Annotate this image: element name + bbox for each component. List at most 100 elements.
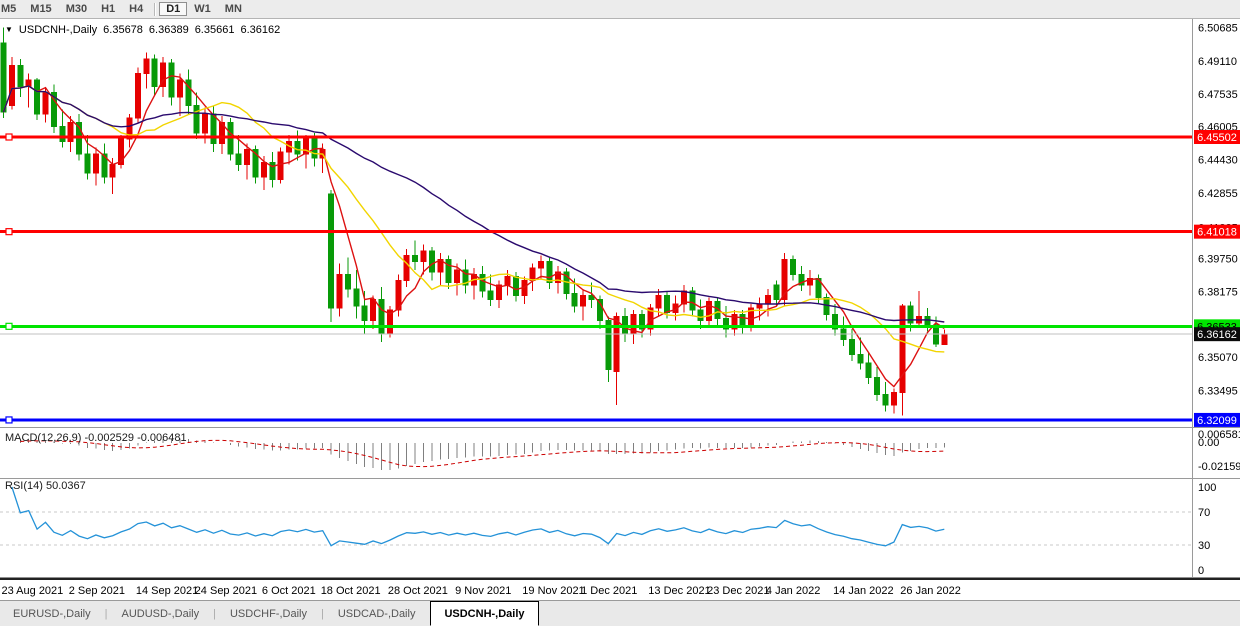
- ohlc-high: 6.36389: [149, 24, 189, 36]
- candle: [26, 74, 31, 108]
- candle-body: [169, 63, 174, 97]
- timeframe-button-d1[interactable]: D1: [159, 2, 187, 16]
- candle: [581, 289, 586, 321]
- date-axis-label: 19 Nov 2021: [522, 585, 584, 597]
- chevron-down-icon[interactable]: ▼: [5, 25, 13, 34]
- candle-body: [446, 259, 451, 282]
- hline-handle[interactable]: [6, 417, 12, 423]
- candle-body: [606, 321, 611, 370]
- price-axis-label: 6.39750: [1198, 253, 1238, 265]
- tab-usdcad[interactable]: USDCAD-,Daily: [325, 601, 429, 626]
- candle: [35, 78, 40, 120]
- mt4-window: { "toolbar": { "timeframes": ["M5","M15"…: [0, 0, 1240, 626]
- date-axis-label: 14 Jan 2022: [833, 585, 894, 597]
- candle: [707, 297, 712, 327]
- candle: [782, 253, 787, 306]
- timeframe-button-w1[interactable]: W1: [187, 2, 218, 16]
- rsi-axis-label: 0: [1198, 565, 1204, 577]
- rsi-axis-label: 70: [1198, 507, 1210, 519]
- date-axis-label: 18 Oct 2021: [321, 585, 381, 597]
- candle: [329, 190, 334, 322]
- candle-body: [530, 268, 535, 281]
- candle: [497, 281, 502, 308]
- candle-body: [572, 293, 577, 306]
- timeframe-button-m5[interactable]: M5: [0, 2, 23, 16]
- timeframe-button-m15[interactable]: M15: [23, 2, 58, 16]
- timeframe-button-h1[interactable]: H1: [94, 2, 122, 16]
- price-axis: 6.506856.491106.475356.460056.444306.428…: [1193, 19, 1240, 577]
- candle: [564, 268, 569, 300]
- candle-body: [791, 259, 796, 274]
- tab-eurusd[interactable]: EURUSD-,Daily: [0, 601, 104, 626]
- symbol-tab-bar: EURUSD-,Daily|AUDUSD-,Daily|USDCHF-,Dail…: [0, 600, 1240, 626]
- candle: [732, 310, 737, 335]
- candle-body: [261, 162, 266, 177]
- hline-handle[interactable]: [6, 323, 12, 329]
- ohlc-open: 6.35678: [103, 24, 143, 36]
- candle: [547, 257, 552, 289]
- candle: [723, 306, 728, 338]
- chart-header: ▼ USDCNH-,Daily 6.35678 6.36389 6.35661 …: [5, 23, 280, 36]
- candle: [765, 289, 770, 316]
- candle-body: [849, 340, 854, 355]
- candle-body: [942, 334, 947, 344]
- candle-body: [765, 295, 770, 303]
- rsi-indicator-label: RSI(14) 50.0367: [5, 480, 86, 492]
- date-axis: 23 Aug 20212 Sep 202114 Sep 202124 Sep 2…: [2, 585, 961, 597]
- candle-body: [480, 274, 485, 291]
- candle: [60, 110, 65, 148]
- ohlc-close: 6.36162: [240, 24, 280, 36]
- candle-body: [18, 65, 23, 86]
- candle-body: [429, 251, 434, 272]
- candle-body: [43, 93, 48, 114]
- candle-body: [236, 154, 241, 165]
- candle: [102, 143, 107, 183]
- hline-handle[interactable]: [6, 134, 12, 140]
- candle-body: [891, 392, 896, 405]
- candle: [824, 293, 829, 320]
- hline-handle[interactable]: [6, 229, 12, 235]
- candle: [186, 69, 191, 113]
- candle-body: [740, 314, 745, 325]
- ohlc-low: 6.35661: [195, 24, 235, 36]
- candle: [740, 310, 745, 333]
- candle-body: [329, 194, 334, 308]
- candle: [639, 310, 644, 337]
- tab-usdchf[interactable]: USDCHF-,Daily: [217, 601, 320, 626]
- candle-body: [144, 59, 149, 74]
- candle: [135, 67, 140, 122]
- rsi-axis-label: 30: [1198, 540, 1210, 552]
- tab-audusd[interactable]: AUDUSD-,Daily: [108, 601, 212, 626]
- tab-usdcnh[interactable]: USDCNH-,Daily: [430, 601, 538, 626]
- candle: [698, 300, 703, 330]
- candle: [228, 118, 233, 160]
- candle: [463, 259, 468, 293]
- axis-price-badge-label: 6.32099: [1197, 415, 1237, 427]
- candle-body: [362, 306, 367, 321]
- timeframe-button-h4[interactable]: H4: [122, 2, 150, 16]
- axis-price-badge-label: 6.41018: [1197, 227, 1237, 239]
- price-axis-label: 6.33495: [1198, 385, 1238, 397]
- axis-price-badge-label: 6.45502: [1197, 132, 1237, 144]
- candle: [841, 316, 846, 346]
- rsi-panel: [0, 479, 1240, 579]
- candle: [471, 268, 476, 300]
- price-chart-canvas[interactable]: 6.506856.491106.475356.460056.444306.428…: [0, 18, 1240, 600]
- candle-body: [900, 306, 905, 393]
- candle-body: [278, 152, 283, 179]
- date-axis-label: 4 Jan 2022: [766, 585, 820, 597]
- candle-body: [488, 291, 493, 299]
- timeframe-button-mn[interactable]: MN: [218, 2, 249, 16]
- candle: [253, 145, 258, 183]
- rsi-line: [12, 487, 944, 546]
- candle-body: [421, 251, 426, 262]
- candle: [866, 352, 871, 384]
- candle-body: [245, 150, 250, 165]
- date-axis-label: 28 Oct 2021: [388, 585, 448, 597]
- candle: [1, 28, 6, 118]
- candle: [85, 135, 90, 179]
- candle-body: [9, 65, 14, 105]
- candle-body: [337, 274, 342, 308]
- timeframe-button-m30[interactable]: M30: [59, 2, 94, 16]
- timeframe-toolbar: M5M15M30H1H4 D1W1MN: [0, 0, 1240, 19]
